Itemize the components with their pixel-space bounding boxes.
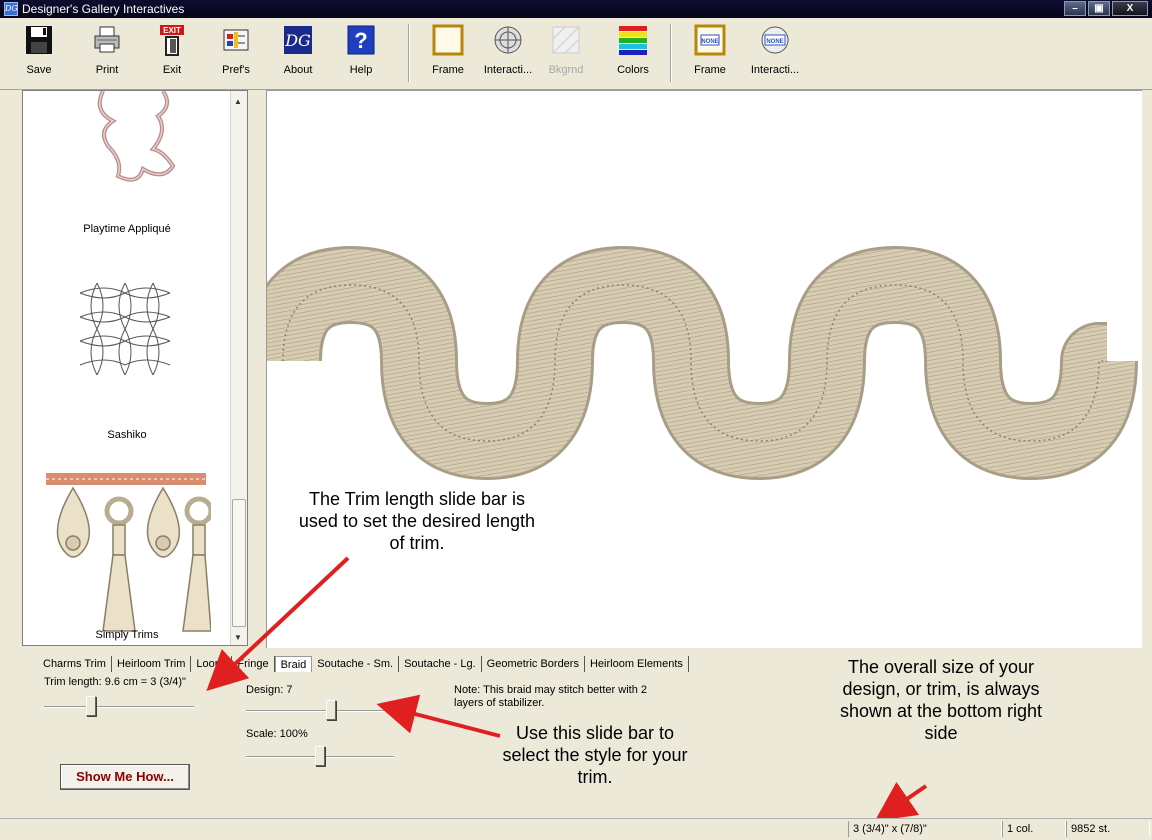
scale-label: Scale: 100% [246,728,308,740]
toolbar: Save Print EXIT Exit Pref's DG About ? H… [0,18,1152,90]
window-controls: – ▣ X [1064,1,1148,16]
help-button[interactable]: ? Help [331,22,391,88]
svg-text:EXIT: EXIT [163,26,181,35]
annotation-design-slider: Use this slide bar to select the style f… [502,723,688,787]
minimize-button[interactable]: – [1064,1,1086,16]
interactive-none-label: Interacti... [750,64,800,76]
app-window: DG Designer's Gallery Interactives – ▣ X… [0,0,1152,840]
color-count-readout: 1 col. [1002,821,1066,837]
gallery-item-playtime-applique[interactable] [63,91,193,191]
svg-text:?: ? [354,28,367,53]
gallery-item-label: Sashiko [107,429,147,441]
interactive-none-button[interactable]: NONE Interacti... [745,22,805,88]
gallery-item-label: Simply Trims [95,629,159,641]
slider-knob[interactable] [315,746,325,766]
tab-charms-trim[interactable]: Charms Trim [38,656,112,672]
background-button: Bkgrnd [536,22,596,88]
frame-label: Frame [432,64,464,76]
background-icon [552,26,580,54]
app-logo-icon: DG [4,2,18,16]
background-label: Bkgrnd [548,64,584,76]
print-icon [94,26,120,53]
tab-soutache-lg[interactable]: Soutache - Lg. [399,656,482,672]
sashiko-pattern-icon [79,282,171,376]
gallery-item-simply-trims[interactable] [41,473,214,633]
print-label: Print [95,64,119,76]
save-label: Save [26,64,52,76]
braid-trim-design [244,246,1138,480]
save-button[interactable]: Save [9,22,69,88]
colors-icon [619,26,647,55]
tab-loops[interactable]: Loops [191,656,233,672]
gallery-item-sashiko[interactable] [75,282,175,376]
exit-icon: EXIT [160,25,184,56]
frame-icon [432,24,464,56]
design-size-readout: 3 (3/4)" x (7/8)" [848,821,1002,837]
stabilizer-note: Note: This braid may stitch better with … [454,684,647,709]
save-icon [26,26,52,54]
scroll-down-icon[interactable]: ▼ [234,633,242,642]
slider-track [246,710,394,712]
trim-length-slider[interactable] [44,696,194,718]
about-label: About [283,64,313,76]
frame-none-label: Frame [694,64,726,76]
tab-geometric-borders[interactable]: Geometric Borders [482,656,585,672]
annotation-trim-length: The Trim length slide bar is used to set… [298,489,536,553]
annotation-overall-size: The overall size of your design, or trim… [839,657,1043,743]
about-button[interactable]: DG About [268,22,328,88]
slider-knob[interactable] [86,696,96,716]
interactive-label: Interacti... [483,64,533,76]
preferences-label: Pref's [222,64,250,76]
exit-label: Exit [162,64,182,76]
design-canvas[interactable] [244,90,1142,648]
trim-length-label: Trim length: 9.6 cm = 3 (3/4)" [44,676,186,688]
show-me-how-button[interactable]: Show Me How... [60,764,190,790]
design-gallery-list[interactable]: Playtime Appliqué Sashiko Simply Trims ▲… [22,90,248,646]
frame-none-icon: NONE [694,24,726,56]
print-button[interactable]: Print [77,22,137,88]
tab-heirloom-trim[interactable]: Heirloom Trim [112,656,192,672]
tassel-trim-icon [46,473,214,632]
tab-fringe[interactable]: Fringe [232,656,275,672]
tab-heirloom-elements[interactable]: Heirloom Elements [585,656,689,672]
trim-category-tabs: Charms Trim Heirloom Trim Loops Fringe B… [38,656,689,672]
teddy-bear-applique-icon [97,91,176,182]
about-icon: DG [284,26,312,54]
gallery-scrollbar[interactable]: ▲ ▼ [230,91,247,645]
title-bar: DG Designer's Gallery Interactives – ▣ X [0,0,1152,18]
scrollbar-thumb[interactable] [232,499,246,627]
tab-braid[interactable]: Braid [274,656,313,672]
restore-button[interactable]: ▣ [1088,1,1110,16]
scroll-up-icon[interactable]: ▲ [234,97,242,106]
stitch-count-readout: 9852 st. [1066,821,1150,837]
colors-label: Colors [617,64,649,76]
help-label: Help [349,64,373,76]
preferences-icon [223,29,249,51]
close-button[interactable]: X [1112,1,1148,16]
interactive-button[interactable]: Interacti... [478,22,538,88]
status-bar: 3 (3/4)" x (7/8)" 1 col. 9852 st. [0,818,1152,840]
gallery-item-label: Playtime Appliqué [83,223,171,235]
exit-button[interactable]: EXIT Exit [142,22,202,88]
svg-text:NONE: NONE [701,39,718,45]
scale-slider[interactable] [246,746,394,768]
svg-text:NONE: NONE [766,39,783,45]
slider-knob[interactable] [326,700,336,720]
colors-button[interactable]: Colors [603,22,663,88]
help-icon: ? [347,25,375,55]
interactive-none-icon: NONE [761,26,789,54]
preferences-button[interactable]: Pref's [206,22,266,88]
svg-text:DG: DG [284,31,311,50]
slider-track [44,706,194,708]
toolbar-separator [670,24,672,82]
design-label: Design: 7 [246,684,293,696]
interactive-icon [494,26,522,54]
tab-soutache-sm[interactable]: Soutache - Sm. [312,656,400,672]
toolbar-separator [408,24,410,82]
frame-button[interactable]: Frame [418,22,478,88]
window-title: Designer's Gallery Interactives [22,2,185,16]
design-slider[interactable] [246,700,394,722]
frame-none-button[interactable]: NONE Frame [680,22,740,88]
